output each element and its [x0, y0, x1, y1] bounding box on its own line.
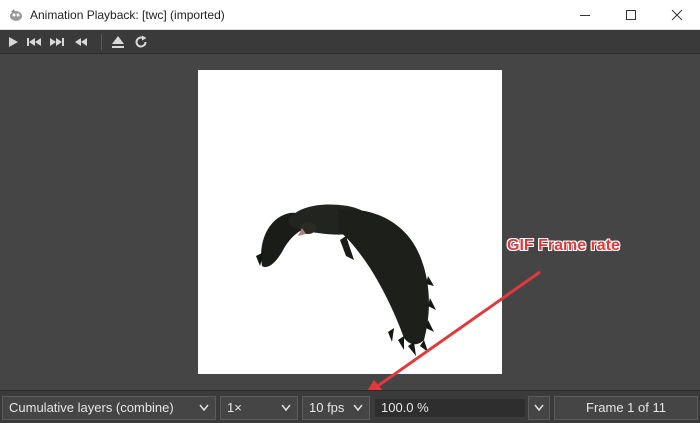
speed-select[interactable]: 1×: [220, 396, 298, 420]
skip-to-end-button[interactable]: [48, 33, 66, 51]
zoom-input[interactable]: 100.0 %: [374, 398, 526, 418]
chevron-down-icon: [534, 404, 544, 412]
chevron-down-icon: [199, 404, 209, 412]
reload-button[interactable]: [132, 33, 150, 51]
playback-canvas: [2, 54, 698, 390]
annotation-label: GIF Frame rate: [507, 237, 620, 254]
close-button[interactable]: [654, 0, 700, 30]
playback-toolbar: [0, 30, 700, 54]
close-icon: [671, 9, 683, 21]
reload-icon: [135, 35, 147, 48]
toolbar-separator: [101, 34, 102, 50]
rewind-to-start-icon: [27, 38, 41, 46]
detach-icon: [112, 36, 124, 48]
gimp-app-icon: [8, 7, 24, 23]
zoom-value: 100.0 %: [381, 400, 429, 415]
animation-frame: [198, 70, 502, 374]
chevron-down-icon: [353, 404, 363, 412]
detach-button[interactable]: [109, 33, 127, 51]
rewind-to-start-button[interactable]: [25, 33, 43, 51]
eagle-image: [256, 204, 436, 356]
frame-rate-select[interactable]: 10 fps: [302, 396, 370, 420]
layer-mode-select[interactable]: Cumulative layers (combine): [2, 396, 216, 420]
minimize-icon: [580, 15, 590, 16]
frame-rate-value: 10 fps: [309, 400, 345, 415]
step-back-button[interactable]: [72, 33, 90, 51]
title-bar: Animation Playback: [twc] (imported): [0, 0, 700, 30]
speed-value: 1×: [227, 400, 242, 415]
minimize-button[interactable]: [562, 0, 608, 30]
play-icon: [9, 37, 18, 47]
layer-mode-value: Cumulative layers (combine): [9, 400, 174, 415]
frame-counter-value: Frame 1 of 11: [586, 400, 666, 415]
skip-to-end-icon: [50, 38, 64, 46]
maximize-icon: [626, 10, 636, 20]
window-title: Animation Playback: [twc] (imported): [30, 8, 225, 22]
step-back-icon: [75, 38, 87, 46]
maximize-button[interactable]: [608, 0, 654, 30]
frame-counter: Frame 1 of 11: [554, 396, 698, 420]
chevron-down-icon: [281, 404, 291, 412]
play-button[interactable]: [4, 33, 22, 51]
zoom-dropdown-button[interactable]: [528, 396, 550, 420]
status-bar: Cumulative layers (combine) 1× 10 fps 10…: [0, 390, 700, 423]
